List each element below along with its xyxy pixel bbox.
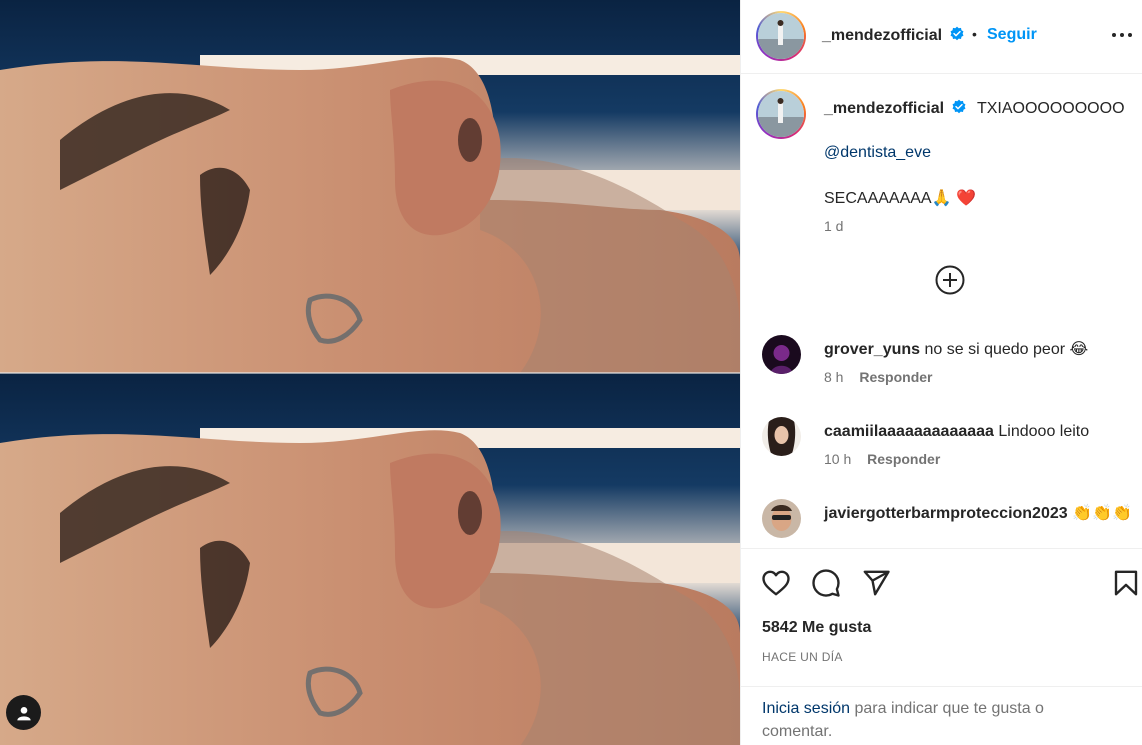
- heart-icon[interactable]: [761, 568, 791, 598]
- caption-mention-link[interactable]: @dentista_eve: [824, 144, 931, 162]
- user-tag-button[interactable]: [6, 695, 41, 730]
- comment-username[interactable]: grover_yuns: [824, 341, 920, 358]
- comment-meta: 10 h Responder: [824, 451, 940, 467]
- login-prompt: Inicia sesión para indicar que te gusta …: [741, 686, 1142, 745]
- author-username[interactable]: _mendezofficial: [822, 27, 942, 44]
- plus-circle-icon[interactable]: [934, 264, 966, 296]
- post-photo[interactable]: [0, 0, 740, 745]
- paper-plane-icon[interactable]: [861, 568, 891, 598]
- comment-time: 8 h: [824, 369, 844, 385]
- comment-body: caamiilaaaaaaaaaaaaa Lindooo leito: [824, 421, 1134, 443]
- login-link[interactable]: Inicia sesión: [762, 700, 850, 717]
- caption-avatar[interactable]: [756, 89, 806, 139]
- comment-time: 10 h: [824, 451, 852, 467]
- follow-button[interactable]: Seguir: [987, 26, 1037, 44]
- post-date: HACE UN DÍA: [762, 650, 843, 664]
- comment-avatar[interactable]: [762, 417, 801, 456]
- comment-item: javiergotterbarmproteccion2023 👏👏👏: [741, 499, 1142, 547]
- comment-text: Lindooo leito: [998, 423, 1090, 440]
- user-icon: [16, 706, 31, 720]
- comment-username[interactable]: caamiilaaaaaaaaaaaaa: [824, 423, 994, 440]
- comment-avatar[interactable]: [762, 335, 801, 374]
- caption-timestamp: 1 d: [824, 218, 844, 234]
- comment-item: grover_yuns no se si quedo peor 😂 8 h Re…: [741, 335, 1142, 415]
- caption-extra: SECAAAAAAA🙏 ❤️: [824, 190, 976, 207]
- separator-dot: •: [972, 26, 977, 42]
- comment-body: grover_yuns no se si quedo peor 😂: [824, 339, 1134, 361]
- comment-body: javiergotterbarmproteccion2023 👏👏👏: [824, 503, 1134, 525]
- verified-badge-icon: [951, 26, 964, 41]
- comments-list[interactable]: _mendezofficial TXIAOOOOOOOOO @dentista_…: [741, 75, 1142, 547]
- reply-button[interactable]: Responder: [859, 369, 932, 385]
- author-avatar[interactable]: [756, 11, 806, 61]
- post-image: [0, 0, 740, 745]
- comment-icon[interactable]: [811, 568, 841, 598]
- caption-text: TXIAOOOOOOOOO: [976, 100, 1125, 117]
- post-header: _mendezofficial • Seguir: [741, 0, 1142, 74]
- comment-text: no se si quedo peor 😂: [924, 341, 1089, 358]
- post-sidebar: _mendezofficial • Seguir _mendezofficial…: [740, 0, 1142, 745]
- comment-meta: 8 h Responder: [824, 369, 932, 385]
- comment-avatar[interactable]: [762, 499, 801, 538]
- comment-text: 👏👏👏: [1072, 505, 1132, 522]
- post-actions: 5842 Me gusta HACE UN DÍA: [741, 548, 1142, 688]
- reply-button[interactable]: Responder: [867, 451, 940, 467]
- comment-username[interactable]: javiergotterbarmproteccion2023: [824, 505, 1068, 522]
- more-options-icon[interactable]: [1111, 25, 1133, 45]
- caption: _mendezofficial TXIAOOOOOOOOO: [824, 99, 1125, 118]
- bookmark-icon[interactable]: [1111, 568, 1141, 598]
- caption-username[interactable]: _mendezofficial: [824, 100, 944, 117]
- login-text: Inicia sesión para indicar que te gusta …: [762, 697, 1102, 743]
- like-count[interactable]: 5842 Me gusta: [762, 619, 871, 637]
- comment-item: caamiilaaaaaaaaaaaaa Lindooo leito 10 h …: [741, 417, 1142, 497]
- verified-badge-icon: [953, 99, 966, 114]
- author-name-row: _mendezofficial: [822, 26, 965, 45]
